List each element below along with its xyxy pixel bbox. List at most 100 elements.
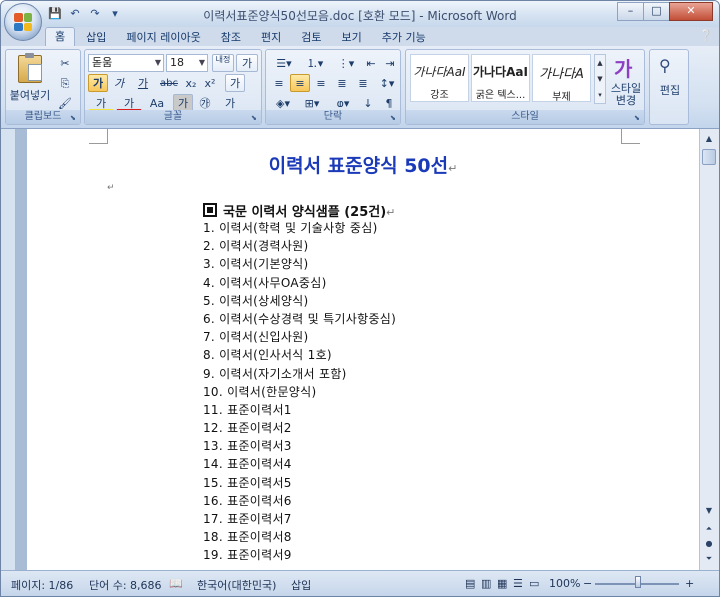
list-item: 2. 이력서(경력사원) xyxy=(203,239,309,254)
list-item: 10. 이력서(한문양식) xyxy=(203,384,317,399)
scroll-thumb[interactable] xyxy=(702,149,716,165)
list-item: 6. 이력서(수상경력 및 특기사항중심) xyxy=(203,311,397,326)
zoom-in-button[interactable]: + xyxy=(685,577,694,590)
clear-format-button[interactable]: 가 xyxy=(236,54,258,72)
font-launcher-icon[interactable]: ⬊ xyxy=(251,114,259,122)
zoom-level[interactable]: 100% xyxy=(549,577,580,590)
paragraph-launcher-icon[interactable]: ⬊ xyxy=(390,114,398,122)
multilevel-list-icon[interactable]: ⋮▾ xyxy=(331,54,361,72)
chevron-down-icon: ▼ xyxy=(154,58,161,67)
list-item: 1. 이력서(학력 및 기술사항 중심) xyxy=(203,221,378,235)
font-size-select[interactable]: 18 ▼ xyxy=(166,54,208,72)
office-button[interactable] xyxy=(4,3,42,41)
vertical-scrollbar[interactable]: ▲ ▼ ⏶ ● ⏷ xyxy=(699,129,719,570)
list-item: 19. 표준이력서9 xyxy=(203,548,292,563)
tab-home[interactable]: 홈 xyxy=(45,27,76,47)
align-left-icon[interactable]: ≡ xyxy=(269,74,289,92)
subscript-button[interactable]: x₂ xyxy=(182,74,200,92)
list-item: 18. 표준이력서8 xyxy=(203,530,292,545)
styles-launcher-icon[interactable]: ⬊ xyxy=(634,114,642,122)
checkbox-square-icon xyxy=(203,203,217,217)
scroll-up-icon[interactable]: ▲ xyxy=(701,131,717,147)
window-controls: – □ ✕ xyxy=(617,2,713,21)
style-strong[interactable]: 가나다AaI 굵은 텍스... xyxy=(471,54,530,102)
list-item: 7. 이력서(신입사원) xyxy=(203,330,309,345)
tab-mailings[interactable]: 편지 xyxy=(252,29,290,47)
align-center-icon[interactable]: ≡ xyxy=(290,74,310,92)
copy-icon[interactable]: ⎘ xyxy=(54,74,76,92)
section-heading: 국문 이력서 양식샘플 (25건)↵ xyxy=(203,201,395,220)
increase-indent-icon[interactable]: ⇥ xyxy=(381,54,399,72)
status-bar: 페이지: 1/86 단어 수: 8,686 📖 한국어(대한민국) 삽입 ▤ ▥… xyxy=(1,570,719,596)
previous-page-icon[interactable]: ⏶ xyxy=(701,521,717,537)
font-name-value: 돋움 xyxy=(92,56,113,69)
ribbon-tabs: 홈 삽입 페이지 레이아웃 참조 편지 검토 보기 추가 기능 xyxy=(45,27,437,47)
clipboard-group-label: 클립보드 xyxy=(6,110,80,124)
align-right-icon[interactable]: ≡ xyxy=(311,74,331,92)
decrease-indent-icon[interactable]: ⇤ xyxy=(362,54,380,72)
crop-mark xyxy=(621,129,640,144)
font-name-select[interactable]: 돋움 ▼ xyxy=(88,54,164,72)
line-spacing-icon[interactable]: ↕▾ xyxy=(374,74,400,92)
paste-label: 붙여넣기 xyxy=(9,89,51,102)
office-logo-icon xyxy=(14,13,32,31)
clipboard-launcher-icon[interactable]: ⬊ xyxy=(70,114,78,122)
close-button[interactable]: ✕ xyxy=(669,2,713,21)
tab-page-layout[interactable]: 페이지 레이아웃 xyxy=(117,29,209,47)
outline-view-icon[interactable]: ☰ xyxy=(513,577,523,590)
vertical-ruler xyxy=(1,129,16,570)
print-layout-icon[interactable]: ▤ xyxy=(465,577,475,590)
superscript-button[interactable]: x² xyxy=(201,74,219,92)
scroll-down-icon[interactable]: ▼ xyxy=(701,503,717,519)
language-indicator[interactable]: 한국어(대한민국) xyxy=(197,577,276,593)
tab-view[interactable]: 보기 xyxy=(332,29,370,47)
minimize-button[interactable]: – xyxy=(617,2,644,21)
style-emphasis[interactable]: 가나다AaI 강조 xyxy=(410,54,469,102)
change-styles-button[interactable]: 가 스타일 변경 xyxy=(608,53,644,109)
justify-icon[interactable]: ≣ xyxy=(332,74,352,92)
distributed-icon[interactable]: ≣ xyxy=(353,74,373,92)
styles-group: 가나다AaI 강조 가나다AaI 굵은 텍스... 가나다A 부제 ▲ ▼ ▾ 가 … xyxy=(405,49,645,125)
zoom-slider-thumb[interactable] xyxy=(635,576,641,588)
find-binoculars-icon[interactable]: ⚲ xyxy=(659,56,671,75)
style-gallery-scroll[interactable]: ▲ ▼ ▾ xyxy=(594,54,606,104)
full-screen-reading-icon[interactable]: ▥ xyxy=(481,577,491,590)
bold-button[interactable]: 가 xyxy=(88,74,108,92)
bullets-icon[interactable]: ☰▾ xyxy=(269,54,299,72)
style-subtitle[interactable]: 가나다A 부제 xyxy=(532,54,591,103)
numbering-icon[interactable]: ⒈▾ xyxy=(300,54,330,72)
zoom-out-button[interactable]: − xyxy=(583,577,592,590)
proofing-icon[interactable]: 📖 xyxy=(169,577,183,590)
maximize-button[interactable]: □ xyxy=(643,2,670,21)
word-count[interactable]: 단어 수: 8,686 xyxy=(89,577,162,593)
underline-button[interactable]: 가 xyxy=(130,74,156,92)
list-item: 13. 표준이력서3 xyxy=(203,439,292,454)
browse-object-icon[interactable]: ● xyxy=(701,536,717,552)
list-item: 9. 이력서(자기소개서 포함) xyxy=(203,366,347,381)
page-indicator[interactable]: 페이지: 1/86 xyxy=(11,577,73,593)
change-styles-label: 스타일 변경 xyxy=(610,82,642,107)
tab-review[interactable]: 검토 xyxy=(292,29,330,47)
editing-label: 편집 xyxy=(659,84,681,97)
document-page[interactable]: 이력서 표준양식 50선↵ ↵ 국문 이력서 양식샘플 (25건)↵ 1. 이력… xyxy=(27,129,699,570)
cut-icon[interactable]: ✂ xyxy=(54,54,76,72)
help-icon[interactable]: ❔ xyxy=(699,29,713,42)
strikethrough-button[interactable]: abc xyxy=(157,74,181,92)
list-item: 16. 표준이력서6 xyxy=(203,493,292,508)
next-page-icon[interactable]: ⏷ xyxy=(701,551,717,567)
draft-view-icon[interactable]: ▭ xyxy=(529,577,539,590)
insert-mode[interactable]: 삽입 xyxy=(291,577,311,593)
list-item: 15. 표준이력서5 xyxy=(203,475,292,490)
style-name: 굵은 텍스... xyxy=(475,90,526,101)
tab-add-ins[interactable]: 추가 기능 xyxy=(373,29,435,47)
char-border-button[interactable]: 가 xyxy=(225,74,245,92)
italic-button[interactable]: 가 xyxy=(109,74,129,92)
tab-insert[interactable]: 삽입 xyxy=(77,29,115,47)
list-item: 14. 표준이력서4 xyxy=(203,457,292,472)
style-name: 강조 xyxy=(430,90,449,101)
list-item: 3. 이력서(기본양식) xyxy=(203,257,309,272)
paste-button[interactable]: 붙여넣기 xyxy=(10,53,50,109)
web-layout-icon[interactable]: ▦ xyxy=(497,577,507,590)
tab-references[interactable]: 참조 xyxy=(212,29,250,47)
grow-font-button[interactable]: 내정 xyxy=(212,54,234,72)
